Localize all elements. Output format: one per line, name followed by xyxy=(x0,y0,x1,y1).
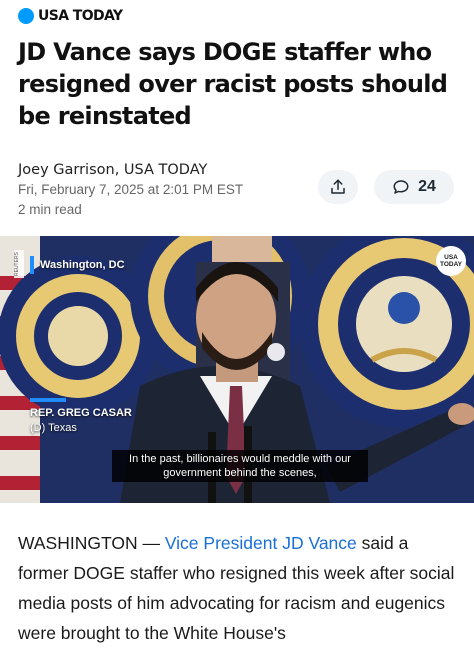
share-button[interactable] xyxy=(318,170,358,204)
comment-bubble-icon xyxy=(393,180,409,194)
publish-date: Fri, February 7, 2025 at 2:01 PM EST xyxy=(18,182,244,197)
site-logo[interactable]: USA TODAY xyxy=(38,8,123,24)
site-header: USA TODAY xyxy=(18,6,123,26)
vance-link[interactable]: Vice President JD Vance xyxy=(165,533,357,553)
lower-third-accent-bar xyxy=(30,398,66,402)
article-headline: JD Vance says DOGE staffer who resigned … xyxy=(18,38,448,130)
video-caption: In the past, billionaires would meddle w… xyxy=(112,450,368,482)
speaker-title: (D) Texas xyxy=(30,422,77,434)
speaker-lower-third: REP. GREG CASAR (D) Texas xyxy=(30,398,132,436)
share-icon xyxy=(331,179,345,194)
video-player[interactable]: REUTERS Washington, DC USA TODAY REP. GR… xyxy=(0,236,474,503)
author-name[interactable]: Joey Garrison, USA TODAY xyxy=(18,160,243,180)
dateline-accent-bar xyxy=(30,256,34,274)
body-dateline: WASHINGTON — xyxy=(18,533,165,553)
usa-today-video-bug: USA TODAY xyxy=(436,246,466,276)
speaker-name: REP. GREG CASAR xyxy=(30,407,132,419)
comments-button[interactable]: 24 xyxy=(374,170,454,204)
video-dateline-text: Washington, DC xyxy=(40,259,125,271)
article-body-paragraph: WASHINGTON — Vice President JD Vance sai… xyxy=(18,528,458,648)
comments-count: 24 xyxy=(418,178,436,195)
reuters-watermark: REUTERS xyxy=(14,250,24,278)
usa-today-logo-dot xyxy=(18,8,34,24)
video-dateline: Washington, DC xyxy=(30,256,125,274)
read-time: 2 min read xyxy=(18,202,82,217)
byline: Joey Garrison, USA TODAY Fri, February 7… xyxy=(18,160,243,220)
